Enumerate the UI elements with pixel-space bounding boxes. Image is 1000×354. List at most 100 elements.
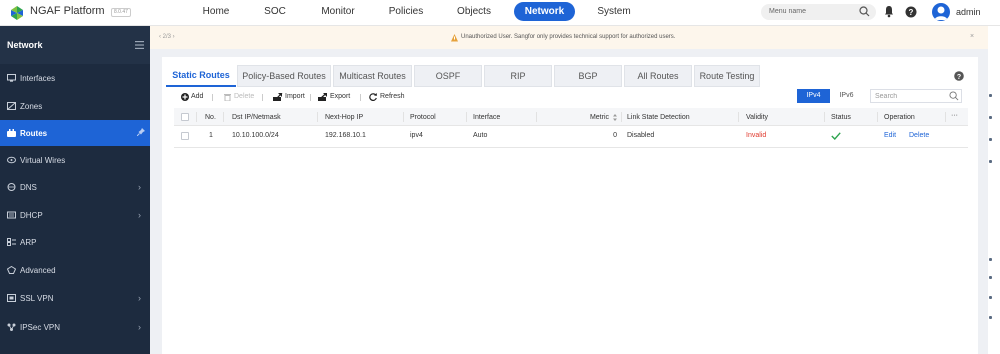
nav-system[interactable]: System: [595, 0, 633, 26]
nav-monitor[interactable]: Monitor: [319, 0, 357, 26]
add-icon[interactable]: [181, 93, 189, 101]
tab-ospf[interactable]: OSPF: [414, 65, 482, 87]
sidebar-item-virtual-wires[interactable]: Virtual Wires: [0, 147, 150, 173]
column-divider: [621, 112, 622, 122]
sidebar-item-label: DNS: [20, 183, 37, 192]
column-header-operation: Operation: [884, 114, 915, 121]
monitor-icon: [7, 74, 16, 82]
app-title: NGAF Platform: [30, 5, 105, 17]
column-divider: [824, 112, 825, 122]
select-all-checkbox[interactable]: [181, 113, 189, 121]
column-header-dst[interactable]: Dst IP/Netmask: [232, 114, 281, 121]
refresh-button[interactable]: Refresh: [380, 92, 405, 102]
chevron-right-icon: ›: [138, 293, 141, 303]
sidebar-item-label: Advanced: [20, 266, 56, 275]
toolbar-divider: [212, 94, 213, 101]
sidebar-header: Network: [0, 26, 150, 64]
user-icon: [934, 6, 948, 20]
collapse-menu-icon[interactable]: [135, 41, 144, 49]
help-icon[interactable]: ?: [905, 6, 917, 18]
svg-text:?: ?: [957, 74, 961, 81]
column-header-link-state[interactable]: Link State Detection: [627, 114, 690, 121]
tab-rip[interactable]: RIP: [484, 65, 552, 87]
column-settings-icon[interactable]: ···: [951, 112, 958, 119]
delete-button[interactable]: Delete: [234, 92, 254, 102]
nav-policies[interactable]: Policies: [388, 0, 424, 26]
export-button[interactable]: Export: [330, 92, 350, 102]
delete-link[interactable]: Delete: [909, 132, 929, 139]
ipv4-toggle[interactable]: IPv4: [797, 89, 830, 103]
edge-marker: [989, 138, 992, 141]
nav-network[interactable]: Network: [514, 2, 575, 21]
column-divider: [196, 112, 197, 122]
column-divider: [317, 112, 318, 122]
toolbar-divider: [262, 94, 263, 101]
add-button[interactable]: Add: [191, 92, 203, 102]
nav-objects[interactable]: Objects: [455, 0, 493, 26]
routes-panel: Static Routes Policy-Based Routes Multic…: [162, 57, 978, 354]
close-icon[interactable]: ×: [970, 33, 974, 40]
trash-icon: [224, 94, 231, 101]
nav-soc[interactable]: SOC: [261, 0, 289, 26]
sidebar-item-zones[interactable]: Zones: [0, 93, 150, 119]
tab-policy-based-routes[interactable]: Policy-Based Routes: [237, 65, 331, 87]
column-header-metric[interactable]: Metric: [546, 114, 609, 121]
tab-all-routes[interactable]: All Routes: [624, 65, 692, 87]
pin-icon[interactable]: [137, 128, 145, 136]
cell-dst: 10.10.100.0/24: [232, 132, 279, 139]
sidebar-item-dhcp[interactable]: DHCP ›: [0, 202, 150, 228]
column-header-validity[interactable]: Validity: [746, 114, 768, 121]
row-checkbox[interactable]: [181, 132, 189, 140]
tab-multicast-routes[interactable]: Multicast Routes: [333, 65, 412, 87]
ipsec-vpn-icon: [7, 323, 16, 331]
nav-home[interactable]: Home: [199, 0, 233, 26]
right-edge-panel: [988, 26, 1000, 354]
edit-link[interactable]: Edit: [884, 132, 896, 139]
cell-protocol: ipv4: [410, 132, 423, 139]
cell-validity: Invalid: [746, 132, 767, 139]
user-avatar[interactable]: [932, 3, 950, 21]
column-header-protocol[interactable]: Protocol: [410, 114, 436, 121]
edge-marker: [989, 94, 992, 97]
username[interactable]: admin: [956, 7, 981, 17]
advanced-icon: [7, 266, 16, 274]
sidebar-item-ssl-vpn[interactable]: SSL VPN ›: [0, 285, 150, 311]
column-header-no: No.: [205, 114, 216, 121]
tab-route-testing[interactable]: Route Testing: [694, 65, 760, 87]
sidebar-item-arp[interactable]: ARP: [0, 229, 150, 255]
top-bar: NGAF Platform 8.0.47 Home SOC Monitor Po…: [0, 0, 1000, 26]
tab-static-routes[interactable]: Static Routes: [166, 65, 236, 87]
sidebar-item-label: Virtual Wires: [20, 156, 66, 165]
help-icon[interactable]: ?: [954, 71, 964, 81]
table-row[interactable]: 1 10.10.100.0/24 192.168.10.1 ipv4 Auto …: [174, 126, 968, 148]
check-icon: [831, 132, 841, 140]
notice-pager[interactable]: ‹ 2/3 ›: [159, 34, 175, 40]
sidebar-item-routes[interactable]: Routes: [0, 120, 150, 146]
version-badge: 8.0.47: [111, 8, 131, 17]
column-header-status[interactable]: Status: [831, 114, 851, 121]
column-divider: [536, 112, 537, 122]
sidebar-item-dns[interactable]: DNS ›: [0, 174, 150, 200]
search-icon[interactable]: [859, 6, 870, 17]
dns-icon: [7, 183, 16, 191]
toolbar-divider: [360, 94, 361, 101]
export-icon: [318, 93, 327, 101]
sidebar-item-label: DHCP: [20, 211, 43, 220]
table-search-input[interactable]: [871, 90, 947, 102]
sidebar-item-ipsec-vpn[interactable]: IPSec VPN ›: [0, 314, 150, 340]
sidebar-item-advanced[interactable]: Advanced: [0, 257, 150, 283]
column-divider: [466, 112, 467, 122]
edge-marker: [989, 296, 992, 299]
table-search[interactable]: [870, 89, 962, 103]
search-icon[interactable]: [949, 91, 959, 101]
column-header-interface[interactable]: Interface: [473, 114, 500, 121]
bell-icon[interactable]: [884, 5, 894, 18]
tab-bgp[interactable]: BGP: [554, 65, 622, 87]
sort-icon[interactable]: [613, 114, 617, 121]
ipv6-toggle[interactable]: IPv6: [831, 89, 862, 103]
column-header-nexthop[interactable]: Next-Hop IP: [325, 114, 363, 121]
chevron-right-icon: ›: [138, 182, 141, 192]
import-button[interactable]: Import: [285, 92, 305, 102]
menu-search-input[interactable]: Menu name: [761, 4, 876, 20]
sidebar-item-interfaces[interactable]: Interfaces: [0, 65, 150, 91]
